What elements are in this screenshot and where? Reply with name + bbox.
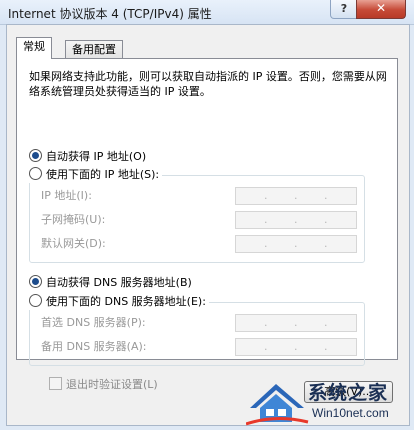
manual-ip-label: 使用下面的 IP 地址(S): [46,168,160,181]
manual-dns-group [29,302,365,366]
house-logo-icon [246,384,309,426]
alternate-dns-input[interactable]: ... [235,338,357,356]
manual-ip-option[interactable]: 使用下面的 IP 地址(S): [29,167,163,183]
site-watermark: 系统之家 Win10net.com [246,378,414,428]
ip-address-input[interactable]: ... [235,187,357,205]
default-gateway-label: 默认网关(D): [41,237,106,250]
description-text: 如果网络支持此功能，则可以获取自动指派的 IP 设置。否则，您需要从网络系统管理… [29,70,387,98]
title-bar: Internet 协议版本 4 (TCP/IPv4) 属性 ? ✕ [0,0,414,25]
auto-dns-radio[interactable] [29,275,42,288]
alternate-dns-label: 备用 DNS 服务器(A): [41,340,147,353]
preferred-dns-input[interactable]: ... [235,314,357,332]
ip-address-label: IP 地址(I): [41,189,92,202]
help-button[interactable]: ? [330,0,358,19]
dialog-body: 常规 备用配置 如果网络支持此功能，则可以获取自动指派的 IP 设置。否则，您需… [6,24,410,426]
window-title: Internet 协议版本 4 (TCP/IPv4) 属性 [8,7,212,21]
tab-alternate-config[interactable]: 备用配置 [65,40,123,59]
subnet-mask-input[interactable]: ... [235,211,357,229]
close-button[interactable]: ✕ [356,0,406,19]
manual-dns-radio[interactable] [29,294,42,307]
validate-on-exit-label: 退出时验证设置(L) [66,378,158,391]
manual-dns-label: 使用下面的 DNS 服务器地址(E): [46,295,206,308]
subnet-mask-label: 子网掩码(U): [41,213,106,226]
auto-ip-label: 自动获得 IP 地址(O) [46,150,147,163]
watermark-url: Win10net.com [312,406,389,420]
general-panel: 如果网络支持此功能，则可以获取自动指派的 IP 设置。否则，您需要从网络系统管理… [16,58,398,366]
validate-on-exit-option[interactable]: 退出时验证设置(L) [49,377,158,393]
watermark-name: 系统之家 [308,382,389,404]
auto-ip-radio[interactable] [29,149,42,162]
validate-on-exit-checkbox[interactable] [49,377,62,390]
preferred-dns-label: 首选 DNS 服务器(P): [41,316,146,329]
manual-ip-radio[interactable] [29,167,42,180]
auto-ip-option[interactable]: 自动获得 IP 地址(O) [29,149,146,165]
auto-dns-option[interactable]: 自动获得 DNS 服务器地址(B) [29,275,192,291]
auto-dns-label: 自动获得 DNS 服务器地址(B) [46,276,192,289]
default-gateway-input[interactable]: ... [235,235,357,253]
manual-dns-option[interactable]: 使用下面的 DNS 服务器地址(E): [29,294,209,310]
tab-general[interactable]: 常规 [16,37,52,59]
